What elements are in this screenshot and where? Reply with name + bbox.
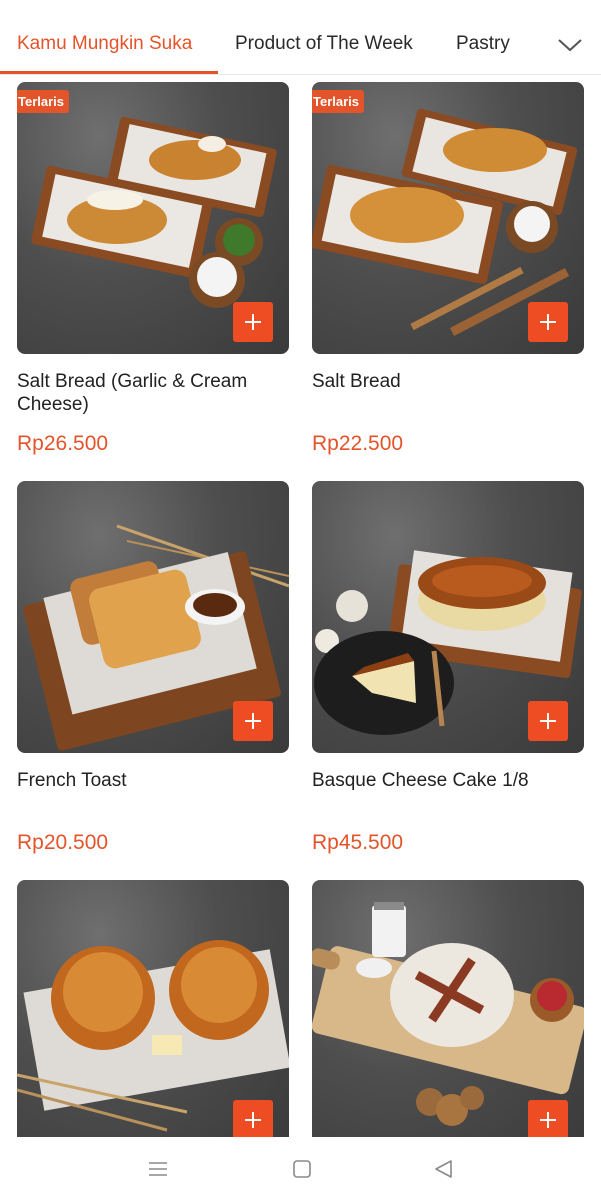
add-to-cart-button[interactable]	[233, 302, 273, 342]
add-to-cart-button[interactable]	[528, 701, 568, 741]
menu-icon[interactable]	[146, 1157, 170, 1181]
product-image[interactable]	[312, 481, 584, 753]
back-icon[interactable]	[432, 1157, 456, 1181]
plus-icon	[540, 314, 556, 330]
product-name[interactable]: Basque Cheese Cake 1/8	[312, 769, 580, 792]
product-image[interactable]: Terlaris	[312, 82, 584, 354]
product-price: Rp22.500	[312, 432, 404, 455]
plus-icon	[245, 713, 261, 729]
product-grid: Terlaris Salt Bread (Garlic & Cream Chee…	[0, 75, 601, 1137]
plus-icon	[245, 1112, 261, 1128]
bestseller-badge: Terlaris	[312, 90, 365, 113]
home-icon[interactable]	[290, 1157, 314, 1181]
add-to-cart-button[interactable]	[528, 302, 568, 342]
product-name[interactable]: Salt Bread	[312, 370, 580, 393]
chevron-down-icon[interactable]	[557, 36, 583, 54]
product-image[interactable]: Terlaris	[17, 82, 289, 354]
product-image[interactable]	[17, 880, 289, 1137]
add-to-cart-button[interactable]	[233, 1100, 273, 1137]
tab-product-of-the-week[interactable]: Product of The Week	[235, 33, 413, 55]
plus-icon	[540, 1112, 556, 1128]
product-price: Rp26.500	[17, 432, 109, 455]
plus-icon	[245, 314, 261, 330]
category-tab-bar: Kamu Mungkin Suka Product of The Week Pa…	[0, 0, 601, 75]
product-image[interactable]	[17, 481, 289, 753]
system-navigation-bar	[0, 1137, 601, 1200]
cranberry-walnut-sourdough-photo	[312, 902, 584, 1126]
bestseller-badge: Terlaris	[17, 90, 70, 113]
product-image[interactable]	[312, 880, 584, 1137]
plus-icon	[540, 713, 556, 729]
tab-pastry[interactable]: Pastry	[456, 33, 510, 55]
product-price: Rp45.500	[312, 831, 404, 854]
product-price: Rp20.500	[17, 831, 109, 854]
product-name[interactable]: Salt Bread (Garlic & Cream Cheese)	[17, 370, 285, 416]
active-tab-indicator	[0, 71, 218, 74]
cheese-bun-photo	[17, 940, 289, 1132]
product-name[interactable]: French Toast	[17, 769, 285, 792]
add-to-cart-button[interactable]	[233, 701, 273, 741]
tab-kamu-mungkin-suka[interactable]: Kamu Mungkin Suka	[17, 33, 192, 55]
add-to-cart-button[interactable]	[528, 1100, 568, 1137]
